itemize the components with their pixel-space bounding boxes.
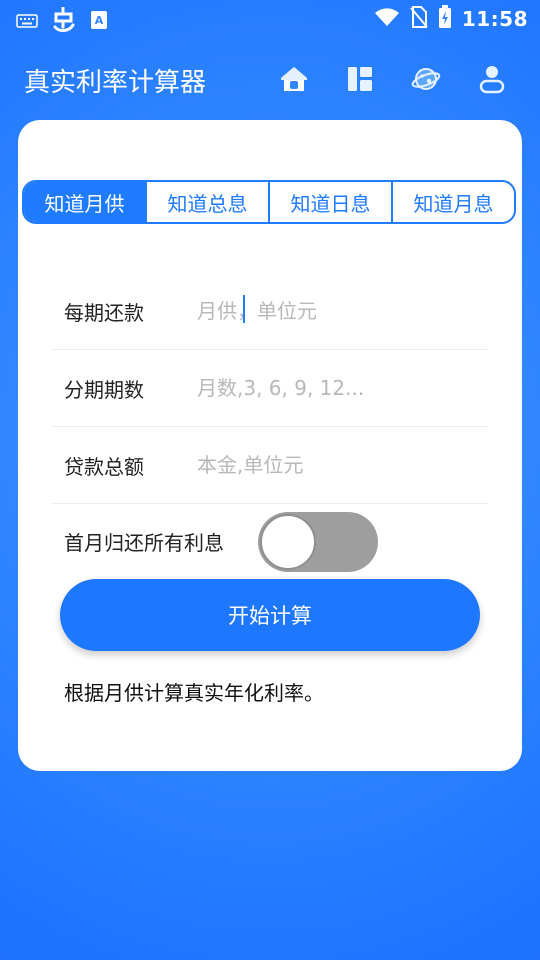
- tab-know-daily-interest[interactable]: 知道日息: [270, 182, 393, 222]
- keyboard-icon: [16, 13, 38, 32]
- status-left-icons: A: [16, 6, 108, 37]
- svg-text:A: A: [95, 14, 104, 27]
- status-right-icons: 11:58: [374, 5, 528, 33]
- periods-input[interactable]: [197, 368, 488, 408]
- status-time: 11:58: [461, 7, 528, 31]
- mode-tabs: 知道月供 知道总息 知道日息 知道月息: [22, 180, 516, 224]
- first-month-interest-label: 首月归还所有利息: [64, 530, 224, 555]
- description-text: 根据月供计算真实年化利率。: [64, 681, 324, 705]
- no-sim-icon: [410, 6, 428, 32]
- dashboard-icon[interactable]: [342, 62, 378, 96]
- app-bar-actions: [276, 62, 510, 96]
- payment-row: 每期还款: [52, 273, 488, 350]
- tab-know-monthly-payment[interactable]: 知道月供: [24, 182, 147, 222]
- payment-input[interactable]: [197, 291, 488, 331]
- loan-amount-row: 贷款总额: [52, 427, 488, 504]
- app-title: 真实利率计算器: [24, 68, 207, 98]
- first-month-interest-row: 首月归还所有利息: [64, 510, 494, 572]
- text-cursor: [243, 295, 245, 323]
- periods-row: 分期期数: [52, 350, 488, 427]
- loan-amount-input[interactable]: [197, 445, 488, 485]
- toggle-knob: [260, 514, 316, 570]
- wifi-icon: [374, 7, 400, 31]
- loan-amount-label: 贷款总额: [64, 454, 144, 479]
- battery-charging-icon: [438, 5, 452, 33]
- user-icon[interactable]: [474, 62, 510, 96]
- status-bar: A 11:58: [0, 0, 540, 38]
- planet-icon[interactable]: [408, 62, 444, 96]
- calculator-card: 知道月供 知道总息 知道日息 知道月息 每期还款 分期期数 贷款总额 首月归还所…: [18, 120, 522, 771]
- payment-label: 每期还款: [64, 300, 144, 325]
- tab-know-monthly-interest[interactable]: 知道月息: [393, 182, 514, 222]
- home-icon[interactable]: [276, 62, 312, 96]
- start-calculate-button[interactable]: 开始计算: [60, 579, 480, 651]
- tab-know-total-interest[interactable]: 知道总息: [147, 182, 270, 222]
- periods-label: 分期期数: [64, 377, 144, 402]
- font-app-icon: A: [90, 10, 108, 34]
- bug-app-icon: [52, 6, 76, 37]
- first-month-interest-toggle[interactable]: [258, 512, 378, 572]
